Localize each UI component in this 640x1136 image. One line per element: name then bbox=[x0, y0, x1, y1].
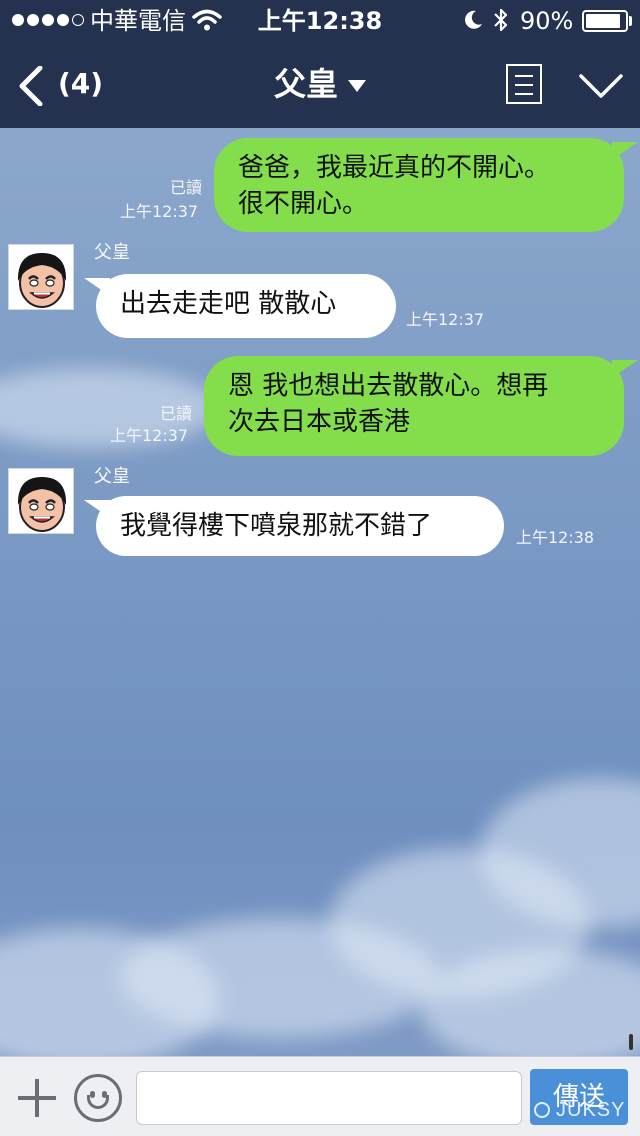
received-message-bubble[interactable]: 出去走走吧 散散心 bbox=[96, 274, 396, 338]
emoji-icon[interactable] bbox=[74, 1074, 122, 1122]
avatar[interactable] bbox=[8, 244, 74, 310]
input-bar: 傳送 bbox=[0, 1056, 640, 1136]
message-time: 上午12:37 bbox=[110, 426, 189, 445]
dropdown-caret-icon bbox=[348, 80, 366, 92]
avatar-face-icon bbox=[9, 245, 73, 309]
watermark-text: JUKSY bbox=[556, 1099, 626, 1121]
menu-button[interactable] bbox=[506, 64, 542, 104]
chat-area[interactable]: 已讀 上午12:37 爸爸，我最近真的不開心。 很不開心。 父皇 出去走走吧 散… bbox=[0, 128, 640, 1056]
battery-percent: 90% bbox=[520, 7, 574, 35]
message-time: 上午12:38 bbox=[516, 528, 595, 547]
bubble-tail bbox=[612, 360, 638, 378]
scroll-indicator[interactable] bbox=[629, 1034, 633, 1050]
status-bar: 中華電信 上午12:38 90% bbox=[0, 0, 640, 40]
avatar-face-icon bbox=[9, 469, 73, 533]
back-button[interactable]: (4) bbox=[10, 60, 110, 108]
menu-line bbox=[515, 93, 533, 95]
unread-count: (4) bbox=[58, 67, 104, 100]
emoji-mouth bbox=[87, 1095, 109, 1109]
watermark-logo bbox=[534, 1102, 550, 1118]
avatar[interactable] bbox=[8, 468, 74, 534]
moon-icon bbox=[465, 10, 482, 29]
message-line: 次去日本或香港 bbox=[228, 407, 411, 437]
message-input[interactable] bbox=[136, 1071, 522, 1125]
message-line: 很不開心。 bbox=[238, 189, 369, 219]
plus-icon[interactable] bbox=[16, 1077, 58, 1119]
read-receipt: 已讀 bbox=[159, 404, 192, 423]
received-message-bubble[interactable]: 我覺得樓下噴泉那就不錯了 bbox=[96, 496, 504, 556]
back-arrow-icon bbox=[19, 66, 43, 106]
chevron-down-icon[interactable] bbox=[578, 70, 624, 102]
message-line: 爸爸，我最近真的不開心。 bbox=[238, 153, 551, 183]
battery-icon bbox=[582, 10, 628, 32]
message-line: 出去走走吧 散散心 bbox=[120, 289, 337, 319]
sent-message-bubble[interactable]: 爸爸，我最近真的不開心。 很不開心。 bbox=[214, 138, 624, 232]
battery-fill bbox=[586, 14, 620, 28]
message-time: 上午12:37 bbox=[120, 202, 199, 221]
read-receipt: 已讀 bbox=[169, 178, 202, 197]
chat-title: 父皇 bbox=[273, 65, 338, 103]
bubble-tail bbox=[612, 142, 638, 160]
bubble-tail bbox=[84, 500, 110, 518]
menu-line bbox=[515, 75, 533, 77]
message-line: 我覺得樓下噴泉那就不錯了 bbox=[120, 511, 433, 541]
chat-title-dropdown[interactable]: 父皇 bbox=[274, 62, 366, 106]
sender-name: 父皇 bbox=[94, 242, 130, 263]
bubble-tail bbox=[84, 278, 110, 296]
menu-line bbox=[515, 84, 533, 86]
message-time: 上午12:37 bbox=[406, 310, 485, 329]
bluetooth-icon bbox=[494, 8, 508, 32]
sent-message-bubble[interactable]: 恩 我也想出去散散心。想再 次去日本或香港 bbox=[204, 356, 624, 456]
plus-stroke bbox=[18, 1096, 56, 1100]
battery-cap bbox=[629, 16, 632, 26]
sender-name: 父皇 bbox=[94, 466, 130, 487]
nav-bar: (4) 父皇 bbox=[0, 40, 640, 128]
message-line: 恩 我也想出去散散心。想再 bbox=[228, 371, 549, 401]
